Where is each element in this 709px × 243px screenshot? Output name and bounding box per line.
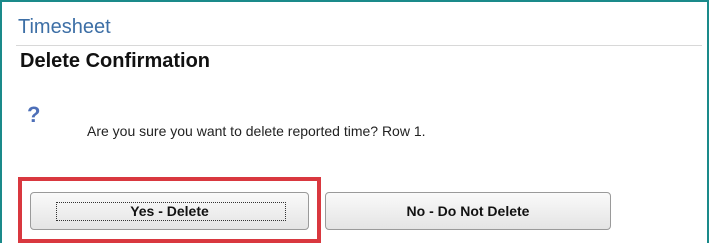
dialog-window: Timesheet Delete Confirmation ? Are you … <box>0 0 709 243</box>
yes-delete-button[interactable]: Yes - Delete <box>30 192 309 230</box>
confirmation-message: Are you sure you want to delete reported… <box>87 123 426 139</box>
yes-delete-label: Yes - Delete <box>130 203 209 219</box>
app-title: Timesheet <box>18 16 111 38</box>
no-do-not-delete-label: No - Do Not Delete <box>406 203 530 219</box>
title-divider <box>16 45 702 46</box>
no-do-not-delete-button[interactable]: No - Do Not Delete <box>325 192 611 230</box>
question-icon: ? <box>27 102 41 127</box>
dialog-heading: Delete Confirmation <box>20 50 211 72</box>
